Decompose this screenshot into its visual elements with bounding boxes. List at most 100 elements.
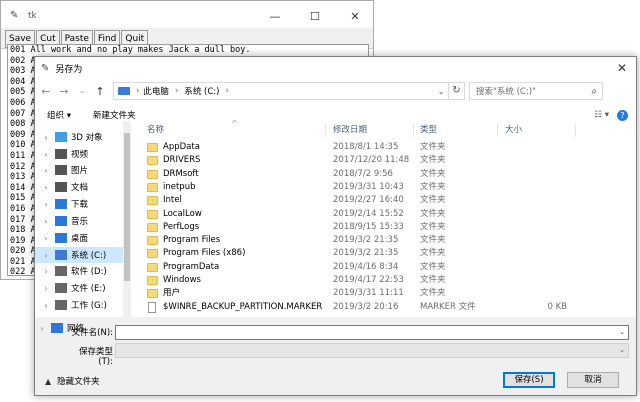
file-row[interactable]: DRMsoft 2018/7/2 9:56 文件夹 xyxy=(147,168,567,181)
minimize-icon[interactable]: — xyxy=(255,1,295,31)
refresh-icon[interactable]: ↻ xyxy=(449,82,465,100)
organize-button[interactable]: 组织 ▾ xyxy=(47,109,71,121)
view-controls: ☷ ▾ ? xyxy=(594,109,628,121)
tree-item[interactable]: › 下载 xyxy=(35,196,125,212)
file-date: 2019/3/31 10:43 xyxy=(333,181,404,192)
expand-chevron-icon[interactable]: › xyxy=(41,217,51,226)
save-as-dialog: ✎ 另存为 ✕ ← → ⌄ ↑ › 此电脑 › 系统 (C:) › ⌄ ↻ 搜索… xyxy=(34,56,637,396)
file-row[interactable]: LocalLow 2019/2/14 15:52 文件夹 xyxy=(147,208,567,221)
file-name: Program Files xyxy=(163,235,221,246)
tree-scrollbar[interactable] xyxy=(123,121,131,317)
tree-item[interactable]: › 文件 (E:) xyxy=(35,280,125,296)
file-name: PerfLogs xyxy=(163,221,200,232)
column-divider[interactable] xyxy=(575,123,576,137)
file-type: 文件夹 xyxy=(420,275,446,285)
close-icon[interactable]: ✕ xyxy=(335,1,375,31)
address-bar[interactable]: › 此电脑 › 系统 (C:) › ⌄ xyxy=(113,82,449,100)
expand-chevron-icon[interactable]: › xyxy=(41,150,51,159)
column-divider[interactable] xyxy=(497,123,498,137)
breadcrumb-separator: › xyxy=(225,86,229,96)
save-button[interactable]: 保存(S) xyxy=(503,372,555,388)
column-divider[interactable] xyxy=(325,123,326,137)
tree-item[interactable]: › 文档 xyxy=(35,179,125,195)
file-type: 文件夹 xyxy=(420,261,446,272)
file-type: 文件夹 xyxy=(420,248,446,259)
tree-item[interactable]: › 软件 (D:) xyxy=(35,263,125,279)
expand-chevron-icon[interactable]: › xyxy=(41,251,51,260)
tree-item-label: 桌面 xyxy=(71,234,89,244)
file-date: 2018/8/1 14:35 xyxy=(333,142,399,152)
column-header-type[interactable]: 类型 xyxy=(420,121,437,139)
expand-chevron-icon[interactable]: › xyxy=(41,284,51,293)
new-folder-button[interactable]: 新建文件夹 xyxy=(93,109,136,121)
hide-folders-toggle[interactable]: ▲ 隐藏文件夹 xyxy=(45,375,100,388)
column-header-date[interactable]: 修改日期 xyxy=(333,121,367,139)
file-row[interactable]: PerfLogs 2018/9/15 15:33 文件夹 xyxy=(147,221,567,234)
file-row[interactable]: $WINRE_BACKUP_PARTITION.MARKER 2019/3/2 2… xyxy=(147,301,567,314)
cancel-button[interactable]: 取消 xyxy=(567,372,619,388)
up-icon[interactable]: ↑ xyxy=(93,85,107,98)
tree-item[interactable]: › 视频 xyxy=(35,146,125,162)
tree-item[interactable]: › 图片 xyxy=(35,162,125,178)
file-date: 2019/3/2 21:35 xyxy=(333,248,399,259)
network-icon xyxy=(51,323,63,333)
expand-chevron-icon[interactable]: › xyxy=(41,267,51,276)
expand-chevron-icon[interactable]: › xyxy=(41,234,51,243)
maximize-icon[interactable]: ☐ xyxy=(295,1,335,31)
column-divider[interactable] xyxy=(413,123,414,137)
tree-item[interactable]: › 桌面 xyxy=(35,230,125,246)
view-options-icon[interactable]: ☷ ▾ xyxy=(594,110,609,120)
expand-chevron-icon[interactable]: › xyxy=(41,200,51,209)
document-icon xyxy=(55,182,67,192)
file-type: 文件夹 xyxy=(420,142,446,152)
help-icon[interactable]: ? xyxy=(617,109,628,121)
tree-item[interactable]: › 系统 (C:) xyxy=(35,247,125,263)
tree-item[interactable]: › 3D 对象 xyxy=(35,129,125,145)
file-row[interactable]: DRIVERS 2017/12/20 11:48 文件夹 xyxy=(147,154,567,167)
browser-pane: › 3D 对象 › 视频 › 图片 › 文档 › 下载 › 音乐 › 桌面 › 系统 (C:) › 软件 (D:)… xyxy=(35,119,636,334)
file-name: LocalLow xyxy=(163,208,202,219)
file-date: 2019/2/27 16:40 xyxy=(333,195,404,206)
file-row[interactable]: Intel 2019/2/27 16:40 文件夹 xyxy=(147,194,567,207)
file-row[interactable]: Windows 2019/4/17 22:53 文件夹 xyxy=(147,274,567,287)
dialog-close-icon[interactable]: ✕ xyxy=(614,60,630,76)
file-row[interactable]: AppData 2018/8/1 14:35 文件夹 xyxy=(147,141,567,154)
tk-titlebar[interactable]: ✎ tk — ☐ ✕ xyxy=(1,1,373,31)
column-header-name[interactable]: 名称 xyxy=(147,121,164,139)
recent-dropdown-icon[interactable]: ⌄ xyxy=(75,87,89,95)
filetype-select[interactable]: ⌄ xyxy=(115,343,629,358)
file-name: DRMsoft xyxy=(163,168,199,179)
tree-item-label: 系统 (C:) xyxy=(71,251,107,261)
search-input[interactable]: 搜索"系统 (C:)" ⌕ xyxy=(469,82,603,100)
column-header-size[interactable]: 大小 xyxy=(505,121,522,139)
back-icon[interactable]: ← xyxy=(39,85,53,98)
forward-icon[interactable]: → xyxy=(57,85,71,98)
expand-chevron-icon[interactable]: › xyxy=(37,324,47,333)
breadcrumb-drive[interactable]: 系统 (C:) xyxy=(184,85,219,97)
filename-input[interactable]: ⌄ xyxy=(115,325,629,340)
expand-chevron-icon[interactable]: › xyxy=(41,133,51,142)
file-row[interactable]: 用户 2019/3/31 11:11 文件夹 xyxy=(147,287,567,300)
download-icon xyxy=(55,199,67,209)
tree-scrollbar-thumb[interactable] xyxy=(124,133,130,281)
dialog-titlebar[interactable]: ✎ 另存为 ✕ xyxy=(35,57,636,79)
filename-label: 文件名(N): xyxy=(71,328,113,338)
file-row[interactable]: Program Files (x86) 2019/3/2 21:35 文件夹 xyxy=(147,247,567,260)
expand-chevron-icon[interactable]: › xyxy=(41,166,51,175)
file-date: 2018/9/15 15:33 xyxy=(333,221,404,232)
navigation-tree: › 3D 对象 › 视频 › 图片 › 文档 › 下载 › 音乐 › 桌面 › 系统 (C:) › 软件 (D:)… xyxy=(35,121,131,334)
file-row[interactable]: Program Files 2019/3/2 21:35 文件夹 xyxy=(147,234,567,247)
tree-item[interactable]: › 音乐 xyxy=(35,213,125,229)
filename-dropdown-icon[interactable]: ⌄ xyxy=(619,328,625,336)
breadcrumb-this-pc[interactable]: 此电脑 xyxy=(143,85,169,97)
tree-item[interactable]: › 工作 (G:) xyxy=(35,297,125,313)
expand-chevron-icon[interactable]: › xyxy=(41,301,51,310)
file-name: Intel xyxy=(163,195,182,206)
file-name: inetpub xyxy=(163,181,196,192)
file-row[interactable]: ProgramData 2019/4/16 8:34 文件夹 xyxy=(147,261,567,274)
drive-icon xyxy=(55,283,67,293)
address-dropdown-icon[interactable]: ⌄ xyxy=(434,87,448,96)
expand-chevron-icon[interactable]: › xyxy=(41,183,51,192)
file-row[interactable]: inetpub 2019/3/31 10:43 文件夹 xyxy=(147,181,567,194)
filetype-dropdown-icon[interactable]: ⌄ xyxy=(619,346,625,354)
